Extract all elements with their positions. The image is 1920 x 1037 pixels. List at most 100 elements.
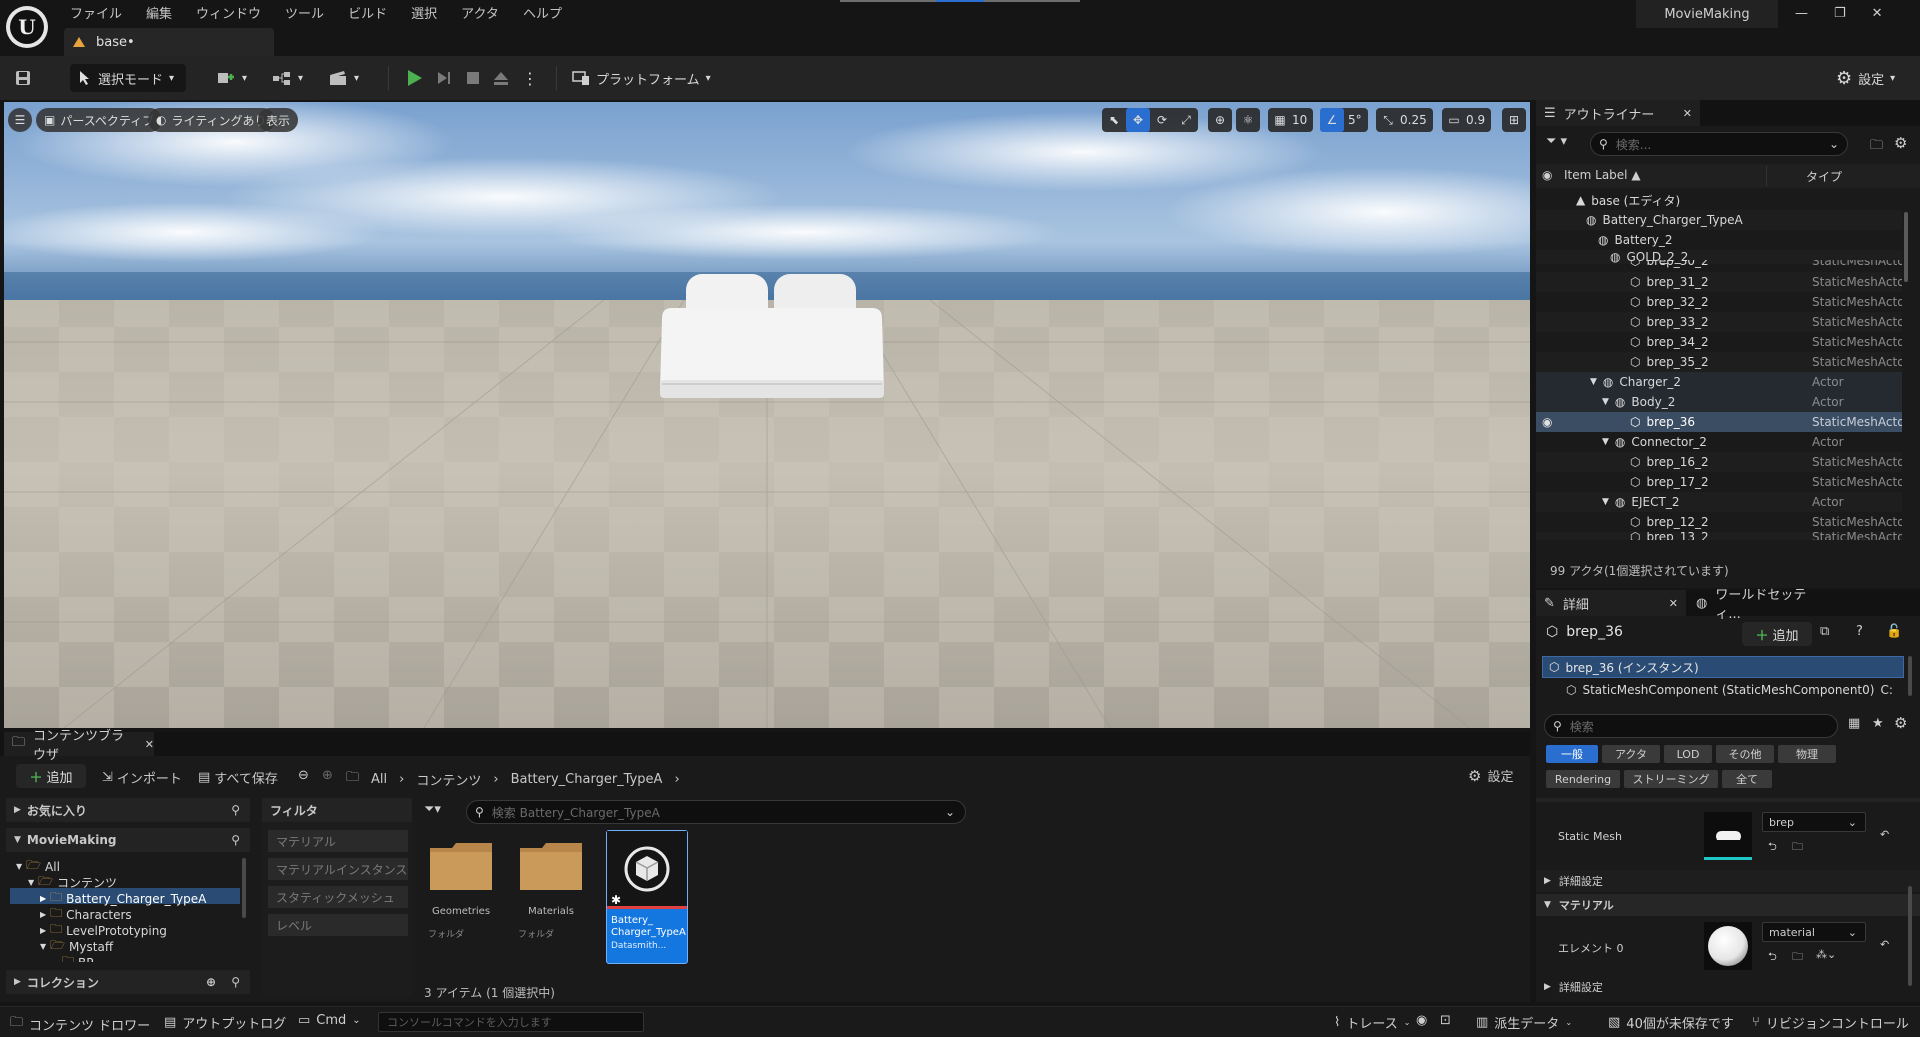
menu-help[interactable]: ヘルプ bbox=[511, 0, 574, 22]
back-icon[interactable]: ⊖ bbox=[298, 768, 309, 783]
grid-snap-button[interactable]: ▦ 10 bbox=[1268, 108, 1314, 132]
scale-snap-button[interactable]: ⤡ 0.25 bbox=[1376, 108, 1433, 132]
revision-control-button[interactable]: ⑂ リビジョンコントロール bbox=[1752, 1013, 1909, 1032]
play-options-button[interactable]: ⋮ bbox=[522, 64, 538, 92]
browse-arrow-icon[interactable]: ⮌ bbox=[1768, 948, 1777, 967]
filter-misc[interactable]: その他 bbox=[1716, 745, 1774, 763]
eye-icon[interactable]: ◉ bbox=[1542, 168, 1552, 182]
blueprint-button[interactable]: ▾ bbox=[272, 64, 303, 92]
level-viewport[interactable]: ☰ ▣ パースペクティブ ◐ ライティングあり 表示 ⬉ ✥ ⟳ ⤢ ⊕ ⚛ ▦… bbox=[4, 102, 1530, 728]
menu-actor[interactable]: アクタ bbox=[449, 0, 511, 22]
tree-row[interactable]: ⬡ brep_30_2 StaticMeshActo bbox=[1536, 260, 1902, 272]
minimize-icon[interactable]: — bbox=[1795, 6, 1808, 21]
cinematics-button[interactable]: ▾ bbox=[328, 64, 359, 92]
browse-folder-icon[interactable]: 🗀 bbox=[1792, 948, 1803, 967]
move-tool-icon[interactable]: ✥ bbox=[1126, 108, 1150, 132]
details-search-input[interactable]: ⚲ 検索 bbox=[1544, 714, 1838, 738]
component-instance-row[interactable]: ⬡ brep_36 (インスタンス) bbox=[1542, 656, 1904, 678]
settings-dropdown[interactable]: ⚙ 設定 ▾ bbox=[1836, 64, 1895, 92]
forward-icon[interactable]: ⊕ bbox=[322, 768, 333, 783]
breadcrumb-current[interactable]: Battery_Charger_TypeA bbox=[511, 772, 663, 787]
asset-folder-materials[interactable]: Materials フォルダ bbox=[518, 840, 584, 940]
collections-header[interactable]: ▶ コレクション ⊕ ⚲ bbox=[6, 970, 250, 994]
record-icon[interactable]: ◉ bbox=[1416, 1013, 1427, 1028]
add-content-button[interactable]: ▾ bbox=[216, 64, 247, 92]
tree-row[interactable]: ▼ ◍ Connector_2 Actor bbox=[1536, 432, 1902, 452]
view-mode-button[interactable]: ◐ ライティングあり bbox=[148, 108, 275, 132]
search-icon[interactable]: ⚲ bbox=[231, 803, 240, 817]
details-tab[interactable]: ✎ 詳細 ✕ bbox=[1536, 590, 1686, 616]
menu-window[interactable]: ウィンドウ bbox=[184, 0, 273, 22]
play-button[interactable] bbox=[404, 64, 424, 92]
tree-row[interactable]: ⬡ brep_13_2 StaticMeshActo bbox=[1536, 532, 1902, 540]
details-add-button[interactable]: ＋ 追加 bbox=[1742, 622, 1812, 646]
filter-level[interactable]: レベル bbox=[268, 914, 408, 936]
trace-button[interactable]: ⌇ トレース ⌄ bbox=[1334, 1013, 1410, 1032]
gear-icon[interactable]: ⚙ bbox=[1894, 134, 1907, 152]
favorites-header[interactable]: ▶ お気に入り ⚲ bbox=[6, 798, 250, 822]
filter-static-mesh[interactable]: スタティックメッシュ bbox=[268, 886, 408, 908]
filter-all[interactable]: 全て bbox=[1722, 770, 1772, 788]
outliner-search-input[interactable]: ⚲ 検索... ⌄ bbox=[1590, 132, 1848, 156]
tree-row[interactable]: ◍ Battery_2 bbox=[1536, 230, 1902, 250]
close-window-icon[interactable]: ✕ bbox=[1872, 6, 1883, 21]
tree-row[interactable]: ⬡ brep_32_2 StaticMeshActo bbox=[1536, 292, 1902, 312]
close-icon[interactable]: ✕ bbox=[1669, 597, 1678, 610]
unsaved-button[interactable]: ▧ 40個が未保存です bbox=[1608, 1013, 1734, 1032]
derived-data-button[interactable]: ▥ 派生データ ⌄ bbox=[1476, 1013, 1572, 1032]
coordinate-system-button[interactable]: ⊕ bbox=[1208, 108, 1232, 132]
tree-row[interactable]: ⬡ brep_12_2 StaticMeshActo bbox=[1536, 512, 1902, 532]
menu-build[interactable]: ビルド bbox=[336, 0, 399, 22]
tree-row[interactable]: ⬡ brep_31_2 StaticMeshActo bbox=[1536, 272, 1902, 292]
platform-dropdown[interactable]: プラットフォーム ▾ bbox=[572, 64, 711, 92]
filter-lod[interactable]: LOD bbox=[1664, 745, 1712, 763]
search-icon[interactable]: ⚲ bbox=[231, 833, 240, 847]
material-thumbnail[interactable] bbox=[1704, 922, 1752, 970]
tree-row[interactable]: ⬡ brep_33_2 StaticMeshActo bbox=[1536, 312, 1902, 332]
table-view-icon[interactable]: ▦ bbox=[1848, 716, 1860, 731]
asset-folder-geometries[interactable]: Geometries フォルダ bbox=[428, 840, 494, 940]
blueprint-convert-icon[interactable]: ⧉ bbox=[1820, 624, 1829, 639]
project-header[interactable]: ▼ MovieMaking ⚲ bbox=[6, 828, 250, 852]
save-all-button[interactable]: ▤ すべて保存 bbox=[198, 768, 278, 787]
browse-arrow-icon[interactable]: ⮌ bbox=[1768, 838, 1777, 857]
restore-icon[interactable]: ❐ bbox=[1834, 6, 1846, 21]
static-mesh-thumbnail[interactable] bbox=[1704, 812, 1752, 860]
surface-snap-button[interactable]: ⚛ bbox=[1236, 108, 1260, 132]
scale-tool-icon[interactable]: ⤢ bbox=[1174, 108, 1198, 132]
screenshot-icon[interactable]: ⊡ bbox=[1440, 1013, 1451, 1028]
cmd-dropdown[interactable]: ▭ Cmd ⌄ bbox=[298, 1013, 361, 1028]
filter-physics[interactable]: 物理 bbox=[1778, 745, 1836, 763]
browse-folder-icon[interactable]: 🗀 bbox=[1792, 838, 1803, 857]
close-icon[interactable]: ✕ bbox=[145, 738, 154, 751]
content-add-button[interactable]: ＋ 追加 bbox=[16, 764, 86, 788]
component-scrollbar[interactable] bbox=[1908, 656, 1912, 696]
eject-button[interactable] bbox=[492, 64, 510, 92]
gear-icon[interactable]: ⚙ bbox=[1894, 714, 1907, 732]
filter-general[interactable]: 一般 bbox=[1546, 745, 1598, 763]
level-tab[interactable]: base• bbox=[64, 28, 274, 56]
tree-row[interactable]: ▼ ◍ Body_2 Actor bbox=[1536, 392, 1902, 412]
filter-material-instance[interactable]: マテリアルインスタンス bbox=[268, 858, 408, 880]
tree-row[interactable]: ⬡ brep_34_2 StaticMeshActo bbox=[1536, 332, 1902, 352]
outliner-tab[interactable]: ☰ アウトライナー ✕ bbox=[1536, 100, 1700, 126]
advanced-row-2[interactable]: ▶ 詳細設定 bbox=[1536, 976, 1920, 998]
texture-options-icon[interactable]: ⁂⌄ bbox=[1816, 948, 1836, 961]
add-folder-icon[interactable]: 🗀 bbox=[1870, 136, 1883, 158]
filter-icon[interactable]: ⏷▾ bbox=[424, 802, 441, 817]
content-browser-tab[interactable]: 🗀 コンテンツブラウザ ✕ bbox=[4, 729, 154, 763]
select-tool-icon[interactable]: ⬉ bbox=[1102, 108, 1126, 132]
breadcrumb-all[interactable]: All bbox=[371, 772, 387, 787]
help-icon[interactable]: ? bbox=[1856, 624, 1863, 639]
reset-icon[interactable]: ↶ bbox=[1880, 828, 1889, 841]
save-button[interactable] bbox=[14, 64, 32, 92]
content-settings-button[interactable]: ⚙ 設定 bbox=[1468, 766, 1513, 786]
menu-edit[interactable]: 編集 bbox=[134, 0, 184, 22]
asset-datasmith-scene[interactable]: ✱ Battery_ Charger_TypeA Datasmith... bbox=[606, 830, 688, 964]
lock-icon[interactable]: 🔓 bbox=[1886, 624, 1902, 639]
filter-actor[interactable]: アクタ bbox=[1602, 745, 1660, 763]
tree-row[interactable]: ▲ base (エディタ) bbox=[1536, 190, 1902, 210]
static-mesh-dropdown[interactable]: brep ⌄ bbox=[1762, 812, 1866, 832]
world-settings-tab[interactable]: ◍ ワールドセッティ... bbox=[1688, 588, 1828, 622]
type-column[interactable]: タイプ bbox=[1806, 168, 1842, 185]
